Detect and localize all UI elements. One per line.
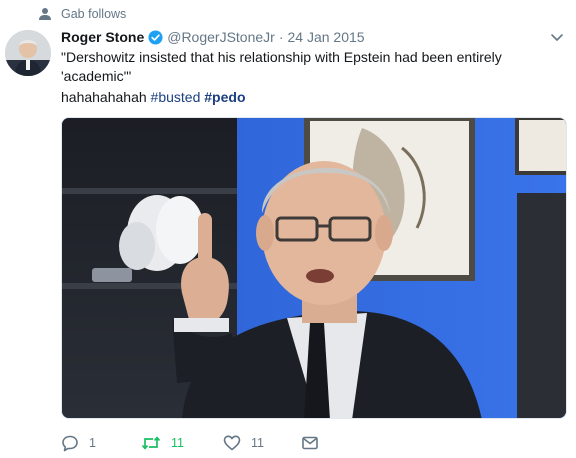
tweet-text-line-1: "Dershowitz insisted that his relationsh… xyxy=(61,49,502,65)
display-name[interactable]: Roger Stone xyxy=(61,29,144,45)
social-context[interactable]: Gab follows xyxy=(38,5,126,23)
chevron-down-icon[interactable] xyxy=(548,28,566,46)
tweet-card: Gab follows Roger Stone @RogerJStoneJr ·… xyxy=(0,0,576,458)
person-icon xyxy=(39,8,51,20)
tweet-header: Roger Stone @RogerJStoneJr · 24 Jan 2015 xyxy=(61,27,548,47)
separator-dot: · xyxy=(278,29,284,45)
avatar[interactable] xyxy=(5,30,51,76)
envelope-icon xyxy=(302,436,318,450)
avatar-image xyxy=(5,30,51,76)
hashtag-pedo[interactable]: #pedo xyxy=(204,89,245,105)
tweet-text-prefix: hahahahahah xyxy=(61,89,147,105)
direct-message-button[interactable] xyxy=(301,433,329,453)
user-handle[interactable]: @RogerJStoneJr xyxy=(167,29,275,45)
tweet-text: "Dershowitz insisted that his relationsh… xyxy=(61,48,561,86)
retweet-icon xyxy=(141,436,161,450)
tweet-hashtags-line: hahahahahah #busted #pedo xyxy=(61,88,246,107)
media-image xyxy=(62,118,566,418)
reply-icon xyxy=(62,435,78,452)
retweet-button[interactable]: 11 xyxy=(141,433,184,453)
verified-badge-icon xyxy=(148,29,163,45)
reply-button[interactable]: 1 xyxy=(61,433,96,453)
tweet-actions: 1 11 11 xyxy=(61,433,361,453)
reply-count: 1 xyxy=(89,436,96,450)
social-context-label: Gab follows xyxy=(61,7,127,21)
tweet-media-photo[interactable] xyxy=(61,117,567,419)
like-count: 11 xyxy=(251,436,264,450)
heart-icon xyxy=(223,435,241,451)
retweet-count: 11 xyxy=(171,436,184,450)
hashtag-busted[interactable]: #busted xyxy=(151,89,201,105)
tweet-text-line-2: 'academic'" xyxy=(61,68,132,84)
tweet-timestamp[interactable]: 24 Jan 2015 xyxy=(288,29,365,45)
like-button[interactable]: 11 xyxy=(223,433,264,453)
